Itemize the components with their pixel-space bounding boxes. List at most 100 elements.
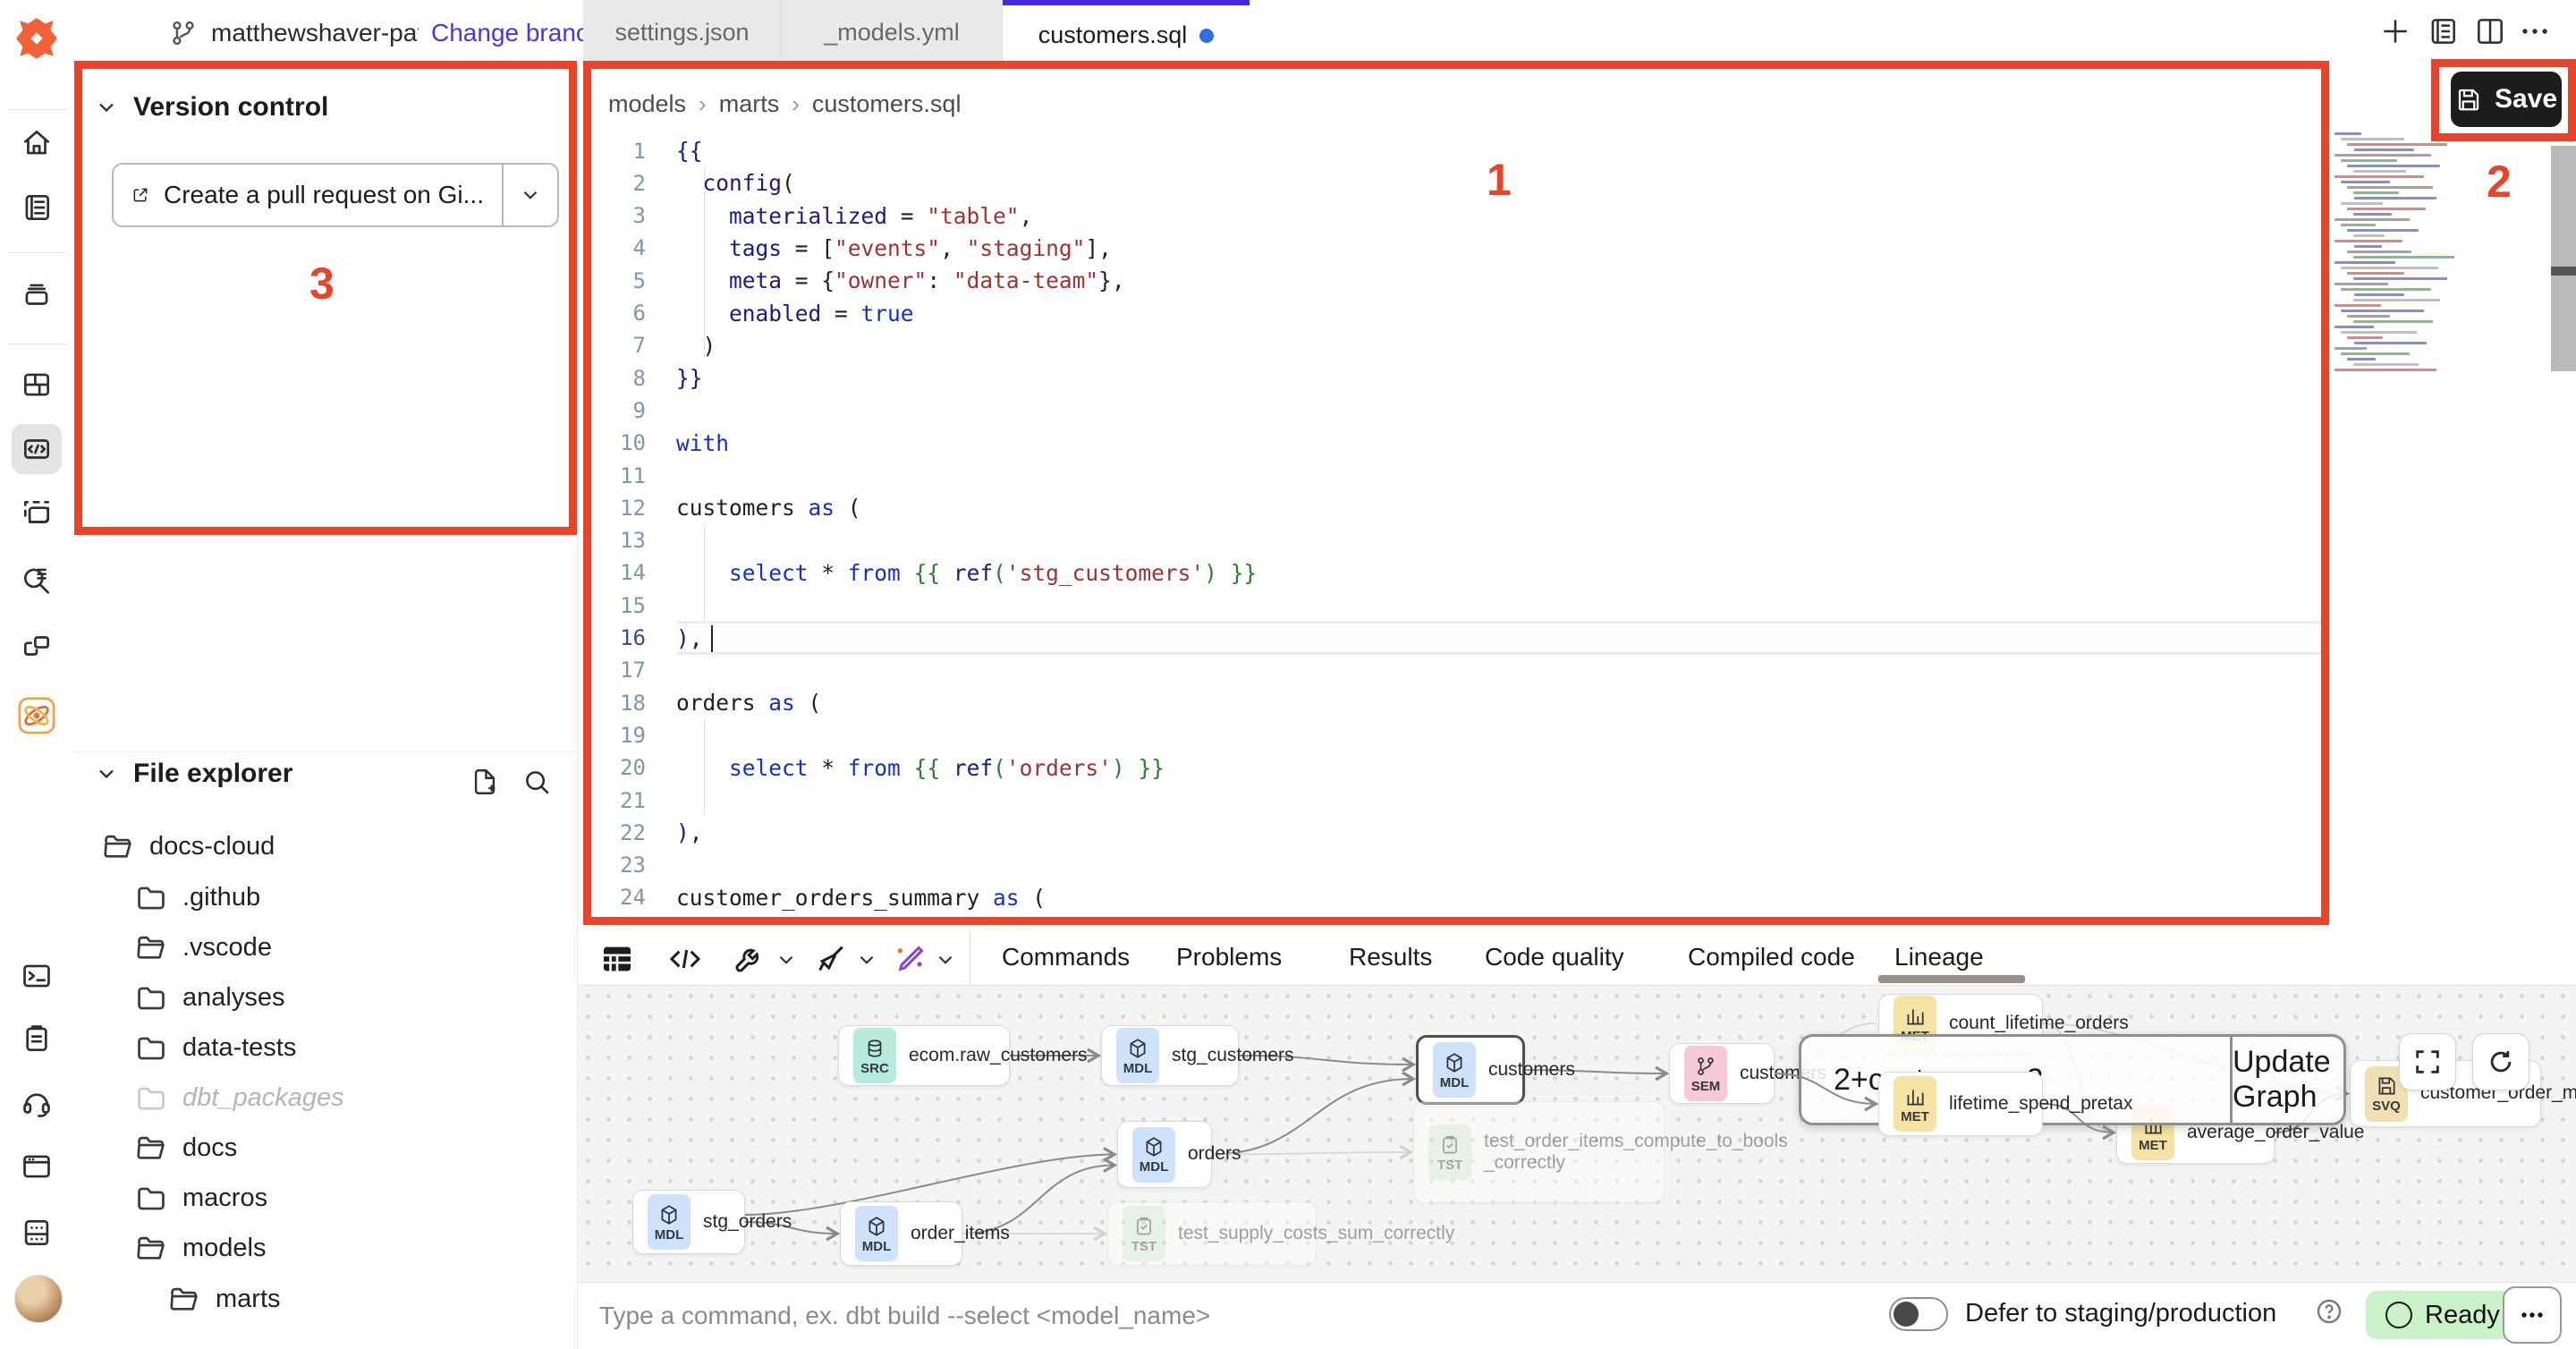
bottom-tab-compiled-code[interactable]: Compiled code (1688, 930, 1855, 984)
change-branch-link[interactable]: Change branch (431, 19, 602, 47)
lineage-node-stg_customers[interactable]: MDLstg_customers (1101, 1025, 1239, 1086)
code-line-16[interactable]: 16), (583, 622, 2326, 655)
tree-item-.github[interactable]: .github (0, 872, 637, 923)
format-broom-icon[interactable] (812, 939, 852, 979)
rail-item-notebook[interactable] (12, 182, 62, 233)
code-line-1[interactable]: 1{{ (583, 134, 2326, 167)
lineage-node-ecom.raw_customers[interactable]: SRCecom.raw_customers (838, 1025, 1010, 1086)
tab-customers.sql[interactable]: customers.sql (1003, 0, 1250, 65)
code-line-2[interactable]: 2 config( (583, 166, 2326, 199)
more-actions-button[interactable] (2503, 1286, 2562, 1344)
code-line-21[interactable]: 21 (583, 784, 2326, 817)
lineage-node-lifetime_spend_pretax[interactable]: METlifetime_spend_pretax (1878, 1072, 2043, 1136)
chevron-down-icon[interactable] (775, 948, 798, 971)
lineage-node-stg_orders[interactable]: MDLstg_orders (632, 1190, 745, 1254)
code-line-10[interactable]: 10with (583, 427, 2326, 460)
tree-item-models[interactable]: models (0, 1223, 637, 1274)
code-line-3[interactable]: 3 materialized = "table", (583, 199, 2326, 233)
tree-item-docs-cloud[interactable]: docs-cloud (0, 821, 604, 872)
code-line-5[interactable]: 5 meta = {"owner": "data-team"}, (583, 264, 2326, 297)
tree-item-data-tests[interactable]: data-tests (0, 1022, 637, 1073)
lineage-node-test_supply_costs_sum_correctly[interactable]: TSTtest_supply_costs_sum_correctly (1107, 1201, 1317, 1266)
dbt-logo-icon[interactable] (14, 16, 59, 61)
text-cursor (711, 625, 713, 652)
lineage-canvas[interactable]: SRCecom.raw_customers MDLstg_customers MDL… (578, 986, 2576, 1282)
tree-item-.vscode[interactable]: .vscode (0, 922, 637, 973)
bottom-tab-code-quality[interactable]: Code quality (1485, 930, 1624, 984)
tree-item-analyses[interactable]: analyses (0, 972, 637, 1023)
lineage-node-customers[interactable]: MDLcustomers (1416, 1035, 1525, 1105)
code-line-13[interactable]: 13 (583, 524, 2326, 557)
code-line-18[interactable]: 18orders as ( (583, 686, 2326, 719)
code-line-22[interactable]: 22), (583, 816, 2326, 849)
file-explorer-header[interactable]: File explorer (94, 759, 292, 789)
new-file-button[interactable] (465, 762, 504, 802)
code-line-15[interactable]: 15 (583, 589, 2326, 622)
fullscreen-icon[interactable] (2399, 1033, 2456, 1090)
chevron-down-icon[interactable] (934, 948, 957, 971)
search-files-button[interactable] (517, 762, 556, 802)
results-table-icon[interactable] (597, 939, 637, 979)
code-line-24[interactable]: 24customer_orders_summary as ( (583, 881, 2326, 914)
rail-item-copilot[interactable] (12, 691, 62, 741)
rail-item-code-editor[interactable] (12, 424, 62, 474)
code-line-12[interactable]: 12customers as ( (583, 491, 2326, 524)
tree-item-marts[interactable]: marts (0, 1274, 670, 1325)
build-tools-icon[interactable] (730, 939, 769, 979)
lineage-node-test_order_items_compute_to_bools[interactable]: TSTtest_order_items_compute_to_bools _co… (1413, 1101, 1665, 1203)
ai-fix-icon[interactable] (891, 939, 930, 979)
bottom-tab-commands[interactable]: Commands (1002, 930, 1130, 984)
command-input[interactable]: Type a command, ex. dbt build --select <… (599, 1302, 1210, 1330)
rail-item-windows[interactable] (12, 621, 62, 671)
lineage-node-orders[interactable]: MDLorders (1117, 1121, 1212, 1188)
pull-request-dropdown-button[interactable] (502, 165, 557, 225)
status-badge[interactable]: Ready (2366, 1291, 2520, 1339)
chevron-down-icon[interactable] (855, 948, 878, 971)
tree-item-dbt_packages[interactable]: dbt_packages (0, 1073, 637, 1124)
split-editor-button[interactable] (2470, 11, 2511, 52)
new-tab-button[interactable] (2375, 11, 2416, 52)
breadcrumb-part[interactable]: models (608, 90, 686, 118)
tree-item-docs[interactable]: docs (0, 1123, 637, 1174)
code-line-20[interactable]: 20 select * from {{ ref('orders') }} (583, 751, 2326, 785)
code-line-17[interactable]: 17 (583, 654, 2326, 687)
editor-scrollbar-thumb[interactable] (2551, 267, 2576, 276)
minimap[interactable] (2331, 132, 2458, 379)
bottom-tab-results[interactable]: Results (1349, 930, 1432, 984)
version-control-header[interactable]: Version control (94, 92, 328, 123)
code-line-6[interactable]: 6 enabled = true (583, 297, 2326, 330)
refresh-icon[interactable] (2472, 1033, 2529, 1090)
rail-item-search-code[interactable] (12, 555, 62, 605)
open-editors-button[interactable] (2422, 11, 2463, 52)
tab-_models.yml[interactable]: _models.yml (782, 0, 1003, 65)
code-line-11[interactable]: 11 (583, 459, 2326, 492)
bottom-tab-problems[interactable]: Problems (1176, 930, 1282, 984)
lineage-node-customers[interactable]: SEMcustomers (1669, 1043, 1775, 1104)
code-line-23[interactable]: 23 (583, 849, 2326, 882)
code-line-14[interactable]: 14 select * from {{ ref('stg_customers')… (583, 556, 2326, 590)
code-line-9[interactable]: 9 (583, 394, 2326, 427)
lineage-node-order_items[interactable]: MDLorder_items (840, 1201, 962, 1266)
rail-item-inbox[interactable] (12, 270, 62, 320)
rail-item-frame[interactable] (12, 488, 62, 539)
lineage-node-label: order_items (911, 1223, 1010, 1244)
code-line-8[interactable]: 8}} (583, 361, 2326, 395)
update-graph-button[interactable]: Update Graph (2230, 1037, 2343, 1123)
rail-item-home[interactable] (12, 118, 62, 168)
code-line-7[interactable]: 7 ) (583, 329, 2326, 362)
breadcrumb-part[interactable]: marts (719, 90, 780, 118)
code-line-19[interactable]: 19 (583, 718, 2326, 751)
save-button[interactable]: Save (2451, 72, 2562, 127)
code-line-4[interactable]: 4 tags = ["events", "staging"], (583, 232, 2326, 265)
help-icon[interactable] (2315, 1297, 2345, 1328)
more-options-icon[interactable] (2514, 11, 2555, 52)
code-view-icon[interactable] (665, 939, 705, 979)
tab-settings.json[interactable]: settings.json (583, 0, 782, 65)
create-pull-request-button[interactable]: Create a pull request on Gi... (112, 163, 559, 227)
breadcrumb-part[interactable]: customers.sql (812, 90, 962, 118)
rail-item-layout[interactable] (12, 360, 62, 410)
editor-scrollbar-track[interactable] (2551, 146, 2576, 371)
tree-item-macros[interactable]: macros (0, 1173, 637, 1224)
lineage-node-label: count_lifetime_orders (1949, 1013, 2129, 1034)
defer-toggle[interactable] (1889, 1297, 1948, 1331)
